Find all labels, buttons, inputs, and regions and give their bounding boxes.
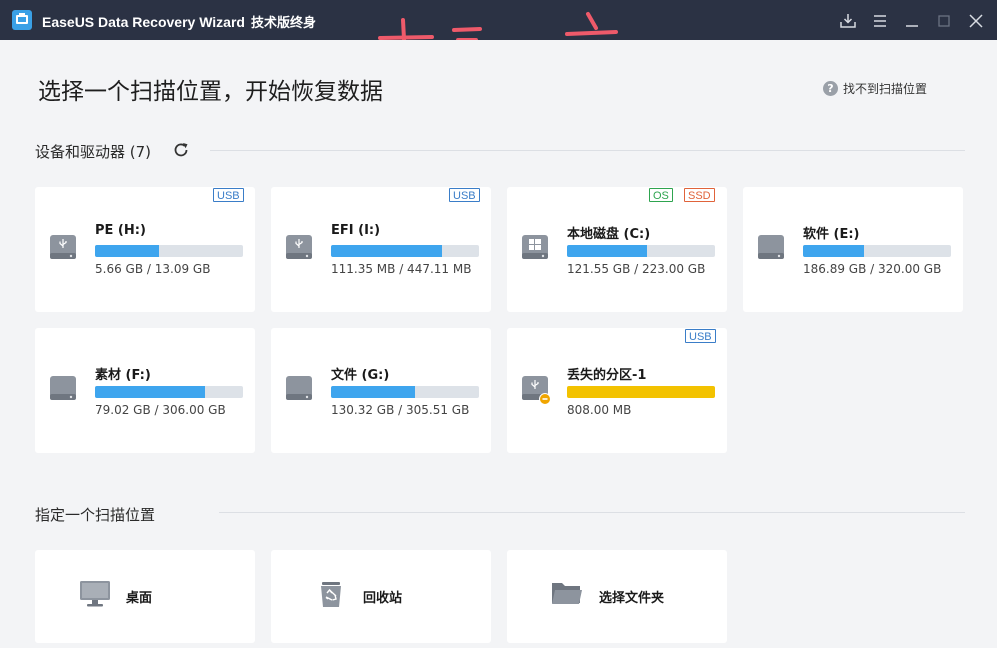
location-card-recycle-bin[interactable]: 回收站 [271, 550, 491, 643]
devices-section-heading: 设备和驱动器 (7) [35, 143, 152, 161]
hard-drive-icon [286, 376, 312, 400]
maximize-icon[interactable] [933, 10, 955, 32]
section-divider [219, 512, 965, 513]
location-label: 选择文件夹 [599, 591, 665, 606]
location-section-heading: 指定一个扫描位置 [35, 506, 156, 524]
drive-card-g[interactable]: 文件 (G:) 130.32 GB / 305.51 GB [271, 328, 491, 453]
drive-name: 软件 (E:) [803, 227, 860, 242]
drive-card-efi[interactable]: USB EFI (I:) 111.35 MB / 447.11 MB [271, 187, 491, 312]
main-panel: 选择一个扫描位置，开始恢复数据 ? 找不到扫描位置 设备和驱动器 (7) USB… [0, 40, 997, 648]
refresh-icon[interactable] [172, 141, 190, 159]
drive-name: 丢失的分区-1 [567, 368, 647, 383]
app-logo-icon [12, 10, 32, 30]
drive-name: PE (H:) [95, 223, 146, 238]
page-title: 选择一个扫描位置，开始恢复数据 [38, 79, 383, 105]
usage-bar [331, 386, 479, 398]
usage-bar-fill [331, 245, 442, 257]
hard-drive-icon [50, 376, 76, 400]
app-title: EaseUS Data Recovery Wizard 技术版终身 [42, 12, 316, 31]
usb-tag: USB [685, 329, 716, 343]
location-label: 回收站 [363, 591, 403, 606]
usage-bar [331, 245, 479, 257]
drive-card-f[interactable]: 素材 (F:) 79.02 GB / 306.00 GB [35, 328, 255, 453]
drive-card-lost-partition[interactable]: USB 丢失的分区-1 808.00 MB [507, 328, 727, 453]
desktop-icon [80, 581, 110, 607]
minimize-icon[interactable] [901, 10, 923, 32]
location-label: 桌面 [126, 591, 153, 606]
os-tag: OS [649, 188, 673, 202]
usage-bar-fill [567, 245, 647, 257]
usage-bar-fill [331, 386, 416, 398]
section-divider [210, 150, 965, 151]
drive-size: 808.00 MB [567, 403, 632, 417]
drive-size: 130.32 GB / 305.51 GB [331, 403, 470, 417]
drive-size: 121.55 GB / 223.00 GB [567, 262, 706, 276]
hard-drive-icon [758, 235, 784, 259]
usage-bar-fill [803, 245, 864, 257]
drive-size: 79.02 GB / 306.00 GB [95, 403, 226, 417]
drive-card-pe[interactable]: USB PE (H:) 5.66 GB / 13.09 GB [35, 187, 255, 312]
title-bar: EaseUS Data Recovery Wizard 技术版终身 [0, 0, 997, 70]
usage-bar [567, 386, 715, 398]
help-link[interactable]: ? 找不到扫描位置 [823, 80, 927, 97]
question-icon: ? [823, 81, 838, 96]
usage-bar [95, 245, 243, 257]
app-edition: 技术版终身 [250, 15, 316, 30]
recycle-bin-icon [321, 582, 341, 607]
app-name: EaseUS Data Recovery Wizard [42, 14, 245, 30]
location-card-select-folder[interactable]: 选择文件夹 [507, 550, 727, 643]
usb-tag: USB [449, 188, 480, 202]
drive-name: EFI (I:) [331, 223, 381, 238]
download-icon[interactable] [837, 10, 859, 32]
usb-drive-icon [50, 235, 76, 259]
usage-bar [803, 245, 951, 257]
drive-card-e[interactable]: 软件 (E:) 186.89 GB / 320.00 GB [743, 187, 963, 312]
drive-name: 文件 (G:) [331, 368, 390, 383]
drive-name: 本地磁盘 (C:) [567, 227, 651, 242]
usage-bar-fill [567, 386, 715, 398]
help-link-label: 找不到扫描位置 [843, 82, 928, 96]
menu-icon[interactable] [869, 10, 891, 32]
usage-bar [567, 245, 715, 257]
ssd-tag: SSD [684, 188, 715, 202]
drive-card-c[interactable]: OS SSD 本地磁盘 (C:) 121.55 GB / 223.00 GB [507, 187, 727, 312]
usage-bar [95, 386, 243, 398]
usage-bar-fill [95, 245, 159, 257]
usb-tag: USB [213, 188, 244, 202]
folder-icon [552, 583, 582, 604]
location-card-desktop[interactable]: 桌面 [35, 550, 255, 643]
usb-drive-icon [286, 235, 312, 259]
close-icon[interactable] [965, 10, 987, 32]
drive-name: 素材 (F:) [95, 368, 151, 383]
drive-size: 111.35 MB / 447.11 MB [331, 262, 472, 276]
drive-size: 186.89 GB / 320.00 GB [803, 262, 942, 276]
windows-drive-icon [522, 235, 548, 259]
usage-bar-fill [95, 386, 205, 398]
drive-size: 5.66 GB / 13.09 GB [95, 262, 211, 276]
lost-partition-icon [522, 376, 551, 405]
